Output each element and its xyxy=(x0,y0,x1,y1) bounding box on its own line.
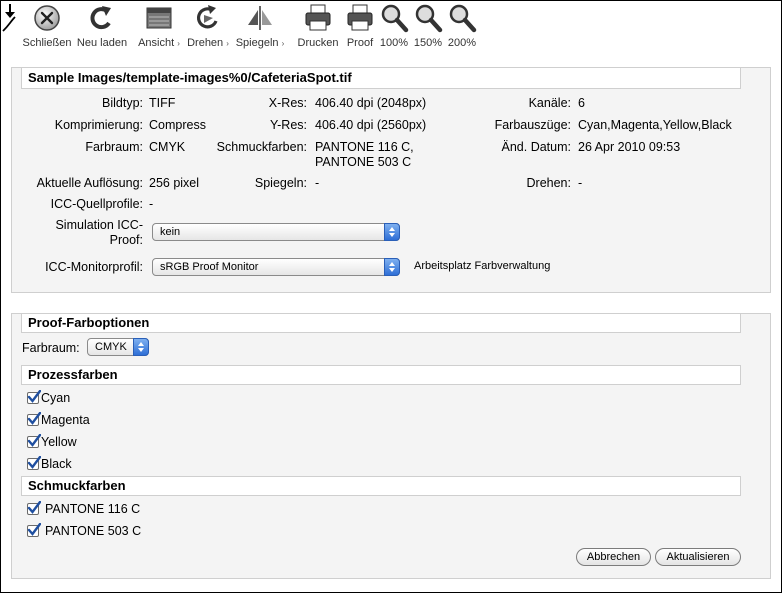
checkbox-yellow-label: Yellow xyxy=(41,435,77,449)
corner-download-icon[interactable] xyxy=(1,1,21,35)
farbraum-value: CMYK xyxy=(149,140,186,154)
kompr-label: Komprimierung: xyxy=(54,118,143,132)
toolbar-zoom-100-button[interactable]: 100% xyxy=(378,3,410,53)
toolbar-close-label: Schließen xyxy=(22,37,72,49)
aend-datum-value: 26 Apr 2010 09:53 xyxy=(578,140,681,154)
spiegeln-label: Spiegeln: xyxy=(254,176,307,190)
farbraum-label: Farbraum: xyxy=(85,140,143,154)
toolbar-rotate-label: Drehen xyxy=(187,37,224,49)
toolbar-zoom-150-button[interactable]: 150% xyxy=(411,3,445,53)
toolbar: Schließen Neu laden Ansicht › Drehen › S… xyxy=(1,1,781,55)
checkbox-magenta[interactable] xyxy=(27,412,41,426)
toolbar-rotate-button[interactable]: Drehen › xyxy=(184,3,232,53)
toolbar-mirror-button[interactable]: Spiegeln › xyxy=(233,3,287,53)
simulation-icc-proof-select[interactable]: kein xyxy=(152,223,400,241)
schmuckfarben-value-line1: PANTONE 116 C, xyxy=(315,140,414,154)
select-stepper-icon xyxy=(384,258,400,276)
icc-monitorprofil-label: ICC-Monitorprofil: xyxy=(45,260,143,274)
toolbar-view-button[interactable]: Ansicht › xyxy=(135,3,183,53)
zoom-icon xyxy=(449,4,477,33)
update-button[interactable]: Aktualisieren xyxy=(655,548,741,566)
cancel-button[interactable]: Abbrechen xyxy=(576,548,651,566)
simulation-label-line2: Proof: xyxy=(109,233,143,247)
toolbar-reload-label: Neu laden xyxy=(76,37,128,49)
yres-label: Y-Res: xyxy=(269,118,307,132)
checkbox-black[interactable] xyxy=(27,456,41,470)
zoom-icon xyxy=(415,4,443,33)
toolbar-proof-label: Proof xyxy=(346,37,374,49)
proof-farbraum-select[interactable]: CMYK xyxy=(87,338,149,356)
spiegeln-value: - xyxy=(315,176,320,190)
xres-label: X-Res: xyxy=(268,96,307,110)
toolbar-close-button[interactable]: Schließen xyxy=(21,3,73,53)
kanaele-value: 6 xyxy=(578,96,585,110)
schmuckfarben-value-line2: PANTONE 503 C xyxy=(315,155,412,169)
mirror-icon xyxy=(248,6,272,30)
reload-icon xyxy=(90,6,111,30)
xres-value: 406.40 dpi (2048px) xyxy=(315,96,427,110)
bildtyp-value: TIFF xyxy=(149,96,176,110)
toolbar-print-button[interactable]: Drucken xyxy=(293,3,343,53)
checkbox-yellow[interactable] xyxy=(27,434,41,448)
proof-farbraum-select-value: CMYK xyxy=(95,341,127,353)
icc-monitorprofil-select[interactable]: sRGB Proof Monitor xyxy=(152,258,400,276)
kompr-value: Compress xyxy=(149,118,206,132)
select-stepper-icon xyxy=(133,338,149,356)
dropdown-arrow-icon: › xyxy=(226,39,229,48)
aend-datum-label: Änd. Datum: xyxy=(501,140,571,154)
kanaele-label: Kanäle: xyxy=(528,96,571,110)
proof-farbraum-label: Farbraum: xyxy=(22,341,80,355)
toolbar-zoom-200-label: 200% xyxy=(447,37,477,49)
checkbox-pantone-116c-label: PANTONE 116 C xyxy=(45,502,141,516)
viewer-window: Schließen Neu laden Ansicht › Drehen › S… xyxy=(0,0,782,593)
toolbar-proof-button[interactable]: Proof xyxy=(343,3,377,53)
schmuckfarben-title: Schmuckfarben xyxy=(21,476,741,496)
toolbar-zoom-150-label: 150% xyxy=(413,37,443,49)
toolbar-print-label: Drucken xyxy=(297,37,339,49)
farbauszuege-label: Farbauszüge: xyxy=(494,118,571,132)
zoom-icon xyxy=(381,4,409,33)
simulation-label-line1: Simulation ICC- xyxy=(55,218,143,232)
drehen-value: - xyxy=(578,176,583,190)
aufloesung-label: Aktuelle Auflösung: xyxy=(36,176,143,190)
printer-icon xyxy=(305,4,331,31)
farbauszuege-value: Cyan,Magenta,Yellow,Black xyxy=(578,118,732,132)
toolbar-mirror-label: Spiegeln xyxy=(235,37,279,49)
simulation-icc-proof-label: Simulation ICC- Proof: xyxy=(21,218,143,248)
checkbox-cyan-label: Cyan xyxy=(41,391,71,405)
checkbox-black-label: Black xyxy=(41,457,72,471)
schmuckfarben-label: Schmuckfarben: xyxy=(216,140,307,154)
close-icon xyxy=(34,5,60,31)
icc-quellprofile-label: ICC-Quellprofile: xyxy=(50,197,143,211)
proof-printer-icon xyxy=(347,4,373,31)
proof-options-title: Proof-Farboptionen xyxy=(21,313,741,333)
icc-quellprofile-value: - xyxy=(149,197,154,211)
checkbox-magenta-label: Magenta xyxy=(41,413,90,427)
dropdown-arrow-icon: › xyxy=(281,39,285,48)
arbeitsplatz-farbverwaltung-note: Arbeitsplatz Farbverwaltung xyxy=(414,260,551,272)
toolbar-zoom-100-label: 100% xyxy=(379,37,409,49)
toolbar-reload-button[interactable]: Neu laden xyxy=(74,3,130,53)
rotate-icon xyxy=(197,5,218,29)
image-info-title: Sample Images/template-images%0/Cafeteri… xyxy=(21,67,741,89)
monitor-select-value: sRGB Proof Monitor xyxy=(160,261,259,273)
checkbox-cyan[interactable] xyxy=(27,390,41,404)
checkbox-pantone-503c[interactable] xyxy=(27,523,41,537)
dropdown-arrow-icon: › xyxy=(177,39,180,48)
aufloesung-value: 256 pixel xyxy=(149,176,200,190)
bildtyp-label: Bildtyp: xyxy=(102,96,143,110)
drehen-label: Drehen: xyxy=(526,176,571,190)
toolbar-view-label: Ansicht xyxy=(138,37,175,49)
toolbar-zoom-200-button[interactable]: 200% xyxy=(445,3,479,53)
simulation-select-value: kein xyxy=(160,226,181,238)
schmuckfarben-value: PANTONE 116 C, PANTONE 503 C xyxy=(315,140,414,170)
view-icon xyxy=(146,7,172,29)
select-stepper-icon xyxy=(384,223,400,241)
prozessfarben-title: Prozessfarben xyxy=(21,365,741,385)
yres-value: 406.40 dpi (2560px) xyxy=(315,118,427,132)
checkbox-pantone-116c[interactable] xyxy=(27,501,41,515)
checkbox-pantone-503c-label: PANTONE 503 C xyxy=(45,524,142,538)
